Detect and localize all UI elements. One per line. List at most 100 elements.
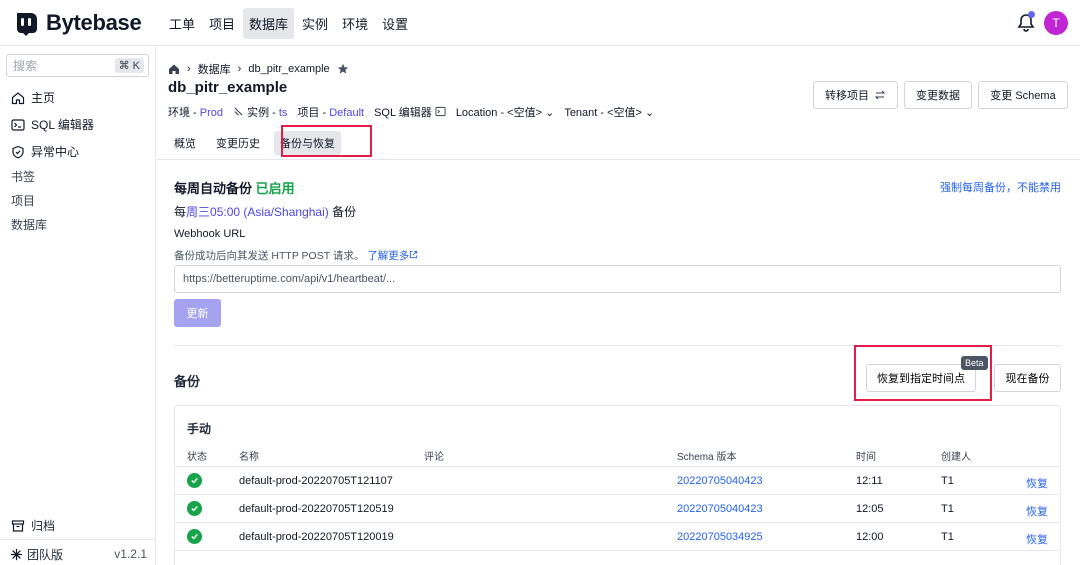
external-link-icon [410,250,418,259]
search-shortcut: ⌘ K [114,58,144,73]
chevron-down-icon: ⌄ [645,107,655,119]
table-row: default-prod-20220705T121107 20220705040… [175,467,1060,495]
nav-databases[interactable]: 数据库 [243,8,295,39]
nav-instances[interactable]: 实例 [296,8,334,39]
terminal-icon [435,106,446,117]
instance-link[interactable]: ts [279,107,288,119]
table-row: default-prod-20220705T120019 20220705034… [175,523,1060,551]
update-button[interactable]: 更新 [174,299,221,327]
sidebar-item-anomaly-center[interactable]: 异常中心 [11,143,79,160]
restore-link[interactable]: 恢复 [1026,503,1048,519]
logo[interactable]: Bytebase [12,9,142,37]
schema-version-link[interactable]: 20220705040423 [677,475,763,487]
sql-editor-label: SQL 编辑器 [374,107,432,119]
location-value: Location - <空值> [455,107,543,119]
plan-badge[interactable]: 团队版 [10,546,63,563]
page-title: db_pitr_example [168,79,288,96]
column-header-name: 名称 [239,452,259,463]
change-schema-button[interactable]: 变更 Schema [978,81,1068,109]
schedule-time: 周三05:00 (Asia/Shanghai) [186,205,329,219]
manual-backups-title: 手动 [187,422,212,436]
column-header-schema-version: Schema 版本 [677,452,737,463]
meta-label: 项目 - [297,107,330,119]
sql-editor-link[interactable]: SQL 编辑器 [374,104,446,120]
restore-link[interactable]: 恢复 [1026,475,1048,491]
weekly-backup-title: 每周自动备份 已启用 [174,178,295,197]
backup-table: 手动 状态 名称 评论 Schema 版本 时间 创建人 default-pro… [174,405,1061,565]
plan-label: 团队版 [27,548,64,562]
schema-version-link[interactable]: 20220705040423 [677,503,763,515]
backup-now-button[interactable]: 现在备份 [994,364,1061,392]
change-data-button[interactable]: 变更数据 [904,81,972,109]
project-link[interactable]: Default [329,107,364,119]
sidebar-section-projects[interactable]: 项目 [11,192,35,209]
archive-icon [11,519,25,532]
breadcrumb: › 数据库 › db_pitr_example [168,61,349,77]
backup-creator: T1 [941,531,954,543]
home-icon[interactable] [168,63,180,75]
restore-link[interactable]: 恢复 [1026,531,1048,547]
meta-label: 实例 - [247,107,279,119]
webhook-url-input[interactable] [174,265,1061,293]
main-content: › 数据库 › db_pitr_example db_pitr_example … [157,47,1080,565]
terminal-icon [11,118,25,131]
backup-name: default-prod-20220705T121107 [239,475,393,487]
sparkle-icon [10,548,23,561]
transfer-project-button[interactable]: 转移项目 [813,81,898,109]
backup-schedule: 每周三05:00 (Asia/Shanghai) 备份 [174,203,356,220]
swap-icon [874,90,886,100]
status-badge: 已启用 [255,181,295,196]
nav-issues[interactable]: 工单 [163,8,201,39]
webhook-description: 备份成功后向其发送 HTTP POST 请求。 了解更多 [174,248,418,263]
star-icon[interactable] [337,63,349,75]
nav-environments[interactable]: 环境 [336,8,374,39]
column-header-status: 状态 [187,452,207,463]
breadcrumb-databases[interactable]: 数据库 [198,61,231,77]
chevron-right-icon: › [187,63,191,75]
home-icon [11,91,25,104]
sidebar-section-databases[interactable]: 数据库 [11,216,47,233]
highlight-box-tab [281,125,372,157]
force-backup-note[interactable]: 强制每周备份，不能禁用 [940,179,1061,195]
sidebar-item-sql-editor[interactable]: SQL 编辑器 [11,116,94,133]
meta-label: 环境 - [168,107,200,119]
notification-dot [1028,11,1035,18]
schedule-prefix: 每 [174,205,187,219]
backup-name: default-prod-20220705T120019 [239,531,394,543]
tab-change-history[interactable]: 变更历史 [210,131,266,155]
backup-creator: T1 [941,475,954,487]
schema-version-link[interactable]: 20220705034925 [677,531,763,543]
sidebar-item-label: 主页 [31,91,56,105]
learn-more-link[interactable]: 了解更多 [367,250,418,262]
column-header-comment: 评论 [424,452,444,463]
nav-projects[interactable]: 项目 [203,8,241,39]
nav-settings[interactable]: 设置 [376,8,414,39]
top-bar: Bytebase 工单 项目 数据库 实例 环境 设置 T [0,0,1080,46]
learn-more-label: 了解更多 [367,250,410,262]
meta-environment: 环境 - Prod [168,104,223,120]
tab-overview[interactable]: 概览 [168,131,202,155]
chevron-down-icon: ⌄ [545,107,555,119]
sidebar-item-archive[interactable]: 归档 [11,517,55,534]
sidebar-section-bookmarks[interactable]: 书签 [11,168,35,185]
environment-link[interactable]: Prod [200,107,223,119]
sidebar-item-label: 异常中心 [31,145,80,159]
shield-icon [12,145,24,158]
backup-section-title: 备份 [174,374,201,389]
weekly-backup-label: 每周自动备份 [174,181,253,196]
success-check-icon [187,529,202,544]
meta-project: 项目 - Default [297,104,364,120]
search-input[interactable] [13,58,113,73]
sidebar-item-home[interactable]: 主页 [11,89,55,106]
backup-creator: T1 [941,503,954,515]
backup-name: default-prod-20220705T120519 [239,503,394,515]
tenant-value: Tenant - <空值> [564,107,642,119]
sidebar-footer: 团队版 v1.2.1 [0,539,155,565]
divider [157,159,1080,160]
avatar[interactable]: T [1044,11,1068,35]
bytebase-logo-icon [17,13,37,36]
tenant-select[interactable]: Tenant - <空值> ⌄ [564,104,654,120]
sidebar-item-label: 归档 [31,519,56,533]
location-select[interactable]: Location - <空值> ⌄ [456,104,555,120]
search-box[interactable]: ⌘ K [6,54,149,77]
